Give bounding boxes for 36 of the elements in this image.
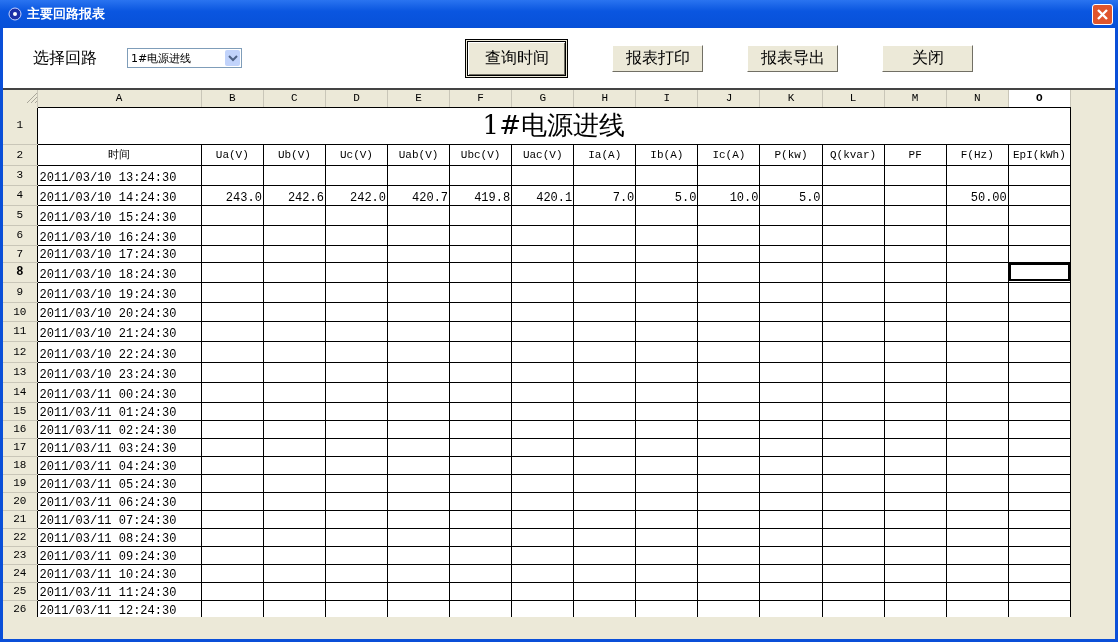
column-header[interactable]: O [1008,90,1071,107]
row-header[interactable]: 2 [3,144,38,165]
row-header[interactable]: 12 [3,341,38,362]
column-header[interactable]: L [822,90,885,107]
circuit-label: 选择回路 [33,47,97,69]
column-header[interactable]: I [635,90,698,107]
column-header[interactable]: E [387,90,450,107]
toolbar-button[interactable]: 查询时间 [465,38,568,78]
toolbar-button[interactable]: 关闭 [882,44,973,72]
row-header[interactable]: 11 [3,321,38,341]
toolbar-button[interactable]: 报表导出 [747,44,838,72]
row-header[interactable]: 1 [3,107,38,144]
column-header[interactable]: H [573,90,636,107]
column-header[interactable]: C [263,90,326,107]
report-title: 1#电源进线 [37,107,1071,144]
column-header[interactable]: K [759,90,823,107]
row-header[interactable]: 14 [3,382,38,402]
column-header[interactable]: M [884,90,947,107]
window-title: 主要回路报表 [27,5,106,23]
circuit-dropdown[interactable]: 1#电源进线 [127,48,242,68]
column-header[interactable]: D [325,90,388,107]
column-header[interactable]: J [697,90,760,107]
column-header[interactable]: B [201,90,264,107]
row-header[interactable]: 9 [3,282,38,302]
toolbar-button[interactable]: 报表打印 [612,44,703,72]
row-header[interactable]: 6 [3,225,38,245]
column-header[interactable]: N [946,90,1009,107]
column-header[interactable]: A [37,90,202,107]
row-header[interactable]: 5 [3,205,38,225]
column-header[interactable]: F [449,90,512,107]
app-icon [8,7,22,21]
column-header[interactable]: G [511,90,574,107]
row-header[interactable]: 13 [3,362,38,382]
row-header[interactable]: 3 [3,165,38,185]
row-header[interactable]: 8 [3,262,38,282]
row-header[interactable]: 4 [3,185,38,205]
